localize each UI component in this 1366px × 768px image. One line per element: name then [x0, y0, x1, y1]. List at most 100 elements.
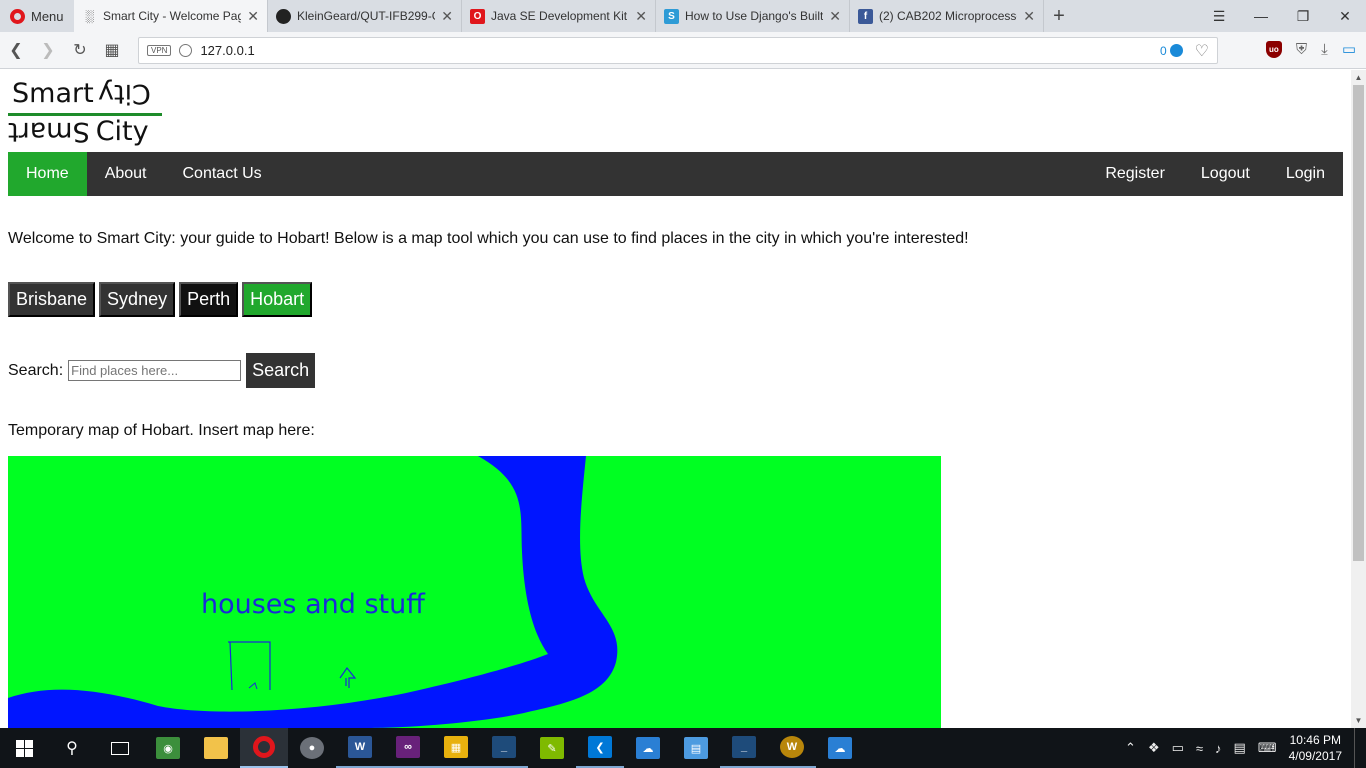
privacy-badger-icon[interactable]: ⛨: [1296, 41, 1307, 58]
search-input[interactable]: [68, 360, 242, 381]
taskbar-app-warcraft[interactable]: W: [768, 728, 816, 768]
terminal-icon: _: [732, 736, 756, 758]
system-tray: ⌃ ❖ ▭ ≈ ♪ ▤ ⌨ 10:46 PM 4/09/2017: [1125, 728, 1366, 768]
taskbar-app-opera[interactable]: [240, 728, 288, 768]
page-scrollbar[interactable]: ▲ ▼: [1351, 70, 1366, 728]
chevron-up-icon[interactable]: ⌃: [1125, 740, 1136, 756]
url-field[interactable]: VPN 127.0.0.1 0 ♡: [138, 37, 1218, 64]
notifications-icon[interactable]: ▤: [1234, 740, 1246, 756]
city-button-brisbane[interactable]: Brisbane: [8, 282, 96, 317]
logo-top-line: Smart City: [12, 78, 151, 109]
nav-login[interactable]: Login: [1268, 152, 1343, 196]
city-button-hobart[interactable]: Hobart: [242, 282, 313, 317]
scroll-down-icon[interactable]: ▼: [1351, 713, 1366, 728]
browser-tab-java[interactable]: O Java SE Development Kit 8 ✕: [462, 0, 656, 32]
clock-date: 4/09/2017: [1288, 749, 1342, 763]
opera-menu-button[interactable]: Menu: [0, 0, 74, 32]
taskbar-app-visual-studio[interactable]: ∞: [384, 728, 432, 768]
word-icon: W: [348, 736, 372, 758]
search-button[interactable]: Search: [246, 353, 316, 388]
url-text[interactable]: 127.0.0.1: [200, 43, 254, 58]
taskbar-app-chat[interactable]: ●: [288, 728, 336, 768]
reload-icon[interactable]: ↻: [64, 40, 96, 60]
ad-block-counter[interactable]: 0: [1160, 44, 1183, 58]
browser-tab-smart-city[interactable]: ░ Smart City - Welcome Pag ✕: [74, 0, 268, 32]
scroll-up-icon[interactable]: ▲: [1351, 70, 1366, 85]
search-label: Search:: [8, 361, 64, 379]
tab-title: Smart City - Welcome Pag: [103, 9, 242, 23]
city-button-perth[interactable]: Perth: [179, 282, 239, 317]
map-caption: Temporary map of Hobart. Insert map here…: [8, 422, 315, 439]
remote-desktop-icon: ☁: [636, 737, 660, 759]
taskbar-app-eye[interactable]: ◉: [144, 728, 192, 768]
heart-icon[interactable]: ♡: [1195, 41, 1209, 61]
taskbar-app-word[interactable]: W: [336, 728, 384, 768]
volume-icon[interactable]: ♪: [1215, 741, 1222, 756]
show-desktop-button[interactable]: [1354, 728, 1358, 768]
page-viewport: Smart City Smart City Home About Contact U…: [0, 70, 1366, 728]
search-form: Search: Search: [8, 353, 316, 388]
forward-icon[interactable]: ❯: [32, 40, 64, 60]
map-annotation: houses and stuff: [201, 589, 426, 620]
close-icon[interactable]: ✕: [247, 8, 259, 25]
browser-tab-django[interactable]: S How to Use Django's Built ✕: [656, 0, 850, 32]
vpn-badge[interactable]: VPN: [147, 45, 172, 56]
task-view-button[interactable]: [96, 728, 144, 768]
restore-icon[interactable]: ❐: [1282, 0, 1324, 32]
site-logo[interactable]: Smart City Smart City: [8, 78, 164, 148]
minimize-icon[interactable]: —: [1240, 0, 1282, 32]
blocked-count-value: 0: [1159, 43, 1167, 58]
close-icon[interactable]: ✕: [635, 8, 647, 25]
dropbox-icon[interactable]: ❖: [1148, 740, 1160, 756]
taskbar-app-terminal-2[interactable]: _: [720, 728, 768, 768]
keyboard-icon[interactable]: ⌨: [1258, 740, 1277, 756]
scroll-thumb[interactable]: [1353, 85, 1364, 561]
taskbar-clock[interactable]: 10:46 PM 4/09/2017: [1289, 732, 1342, 764]
taskbar-app-file-explorer[interactable]: [192, 728, 240, 768]
taskbar-app-explorer-2[interactable]: ▤: [672, 728, 720, 768]
ublock-icon[interactable]: uo: [1265, 40, 1282, 58]
network-app-icon: ▦: [444, 736, 468, 758]
taskbar-app-terminal-1[interactable]: _: [480, 728, 528, 768]
browser-tab-facebook[interactable]: f (2) CAB202 Microprocesso ✕: [850, 0, 1044, 32]
logo-word-smart: Smart: [12, 78, 94, 109]
taskbar-app-remote-1[interactable]: ☁: [624, 728, 672, 768]
taskbar-app-remote-2[interactable]: ☁: [816, 728, 864, 768]
windows-logo-icon: [15, 739, 33, 757]
nav-register[interactable]: Register: [1087, 152, 1183, 196]
start-button[interactable]: [0, 728, 48, 768]
search-taskbar-button[interactable]: ⚲: [48, 728, 96, 768]
computer-icon: ▤: [684, 737, 708, 759]
wifi-icon[interactable]: ≈: [1196, 741, 1203, 756]
close-icon[interactable]: ✕: [829, 8, 841, 25]
logo-word-city-mirrored: City: [97, 78, 151, 109]
bar-chart-favicon-icon: ░: [85, 9, 94, 23]
tab-menu-icon[interactable]: ☰: [1198, 0, 1240, 32]
tab-title: How to Use Django's Built: [685, 9, 824, 23]
facebook-favicon-icon: f: [858, 8, 873, 24]
close-window-icon[interactable]: ✕: [1324, 0, 1366, 32]
browser-tab-github[interactable]: KleinGeard/QUT-IFB299-G ✕: [268, 0, 462, 32]
chat-app-icon: ●: [300, 737, 324, 759]
nav-about[interactable]: About: [87, 152, 165, 196]
download-icon[interactable]: ⤓: [1321, 41, 1328, 58]
nav-logout[interactable]: Logout: [1183, 152, 1268, 196]
hobart-map-image[interactable]: houses and stuff: [8, 456, 941, 728]
logo-word-smart-mirrored: Smart: [8, 116, 90, 147]
close-icon[interactable]: ✕: [1023, 8, 1035, 25]
close-icon[interactable]: ✕: [441, 8, 453, 25]
battery-saver-icon[interactable]: ▭: [1342, 40, 1356, 58]
back-icon[interactable]: ❮: [0, 40, 32, 60]
taskbar-app-network[interactable]: ▦: [432, 728, 480, 768]
battery-icon[interactable]: ▭: [1172, 740, 1184, 756]
taskbar-app-vscode[interactable]: ❮: [576, 728, 624, 768]
extension-icons: uo ⛨ ⤓ ▭: [1265, 40, 1356, 58]
nav-home[interactable]: Home: [8, 152, 87, 196]
speed-dial-icon[interactable]: ▦: [96, 40, 128, 60]
new-tab-button[interactable]: +: [1044, 0, 1074, 32]
nav-contact-us[interactable]: Contact Us: [165, 152, 280, 196]
taskbar-app-notepad[interactable]: ✎: [528, 728, 576, 768]
welcome-text: Welcome to Smart City: your guide to Hob…: [8, 230, 969, 247]
city-button-sydney[interactable]: Sydney: [99, 282, 176, 317]
address-bar: ❮ ❯ ↻ ▦ VPN 127.0.0.1 0 ♡ uo ⛨ ⤓ ▭: [0, 32, 1366, 69]
